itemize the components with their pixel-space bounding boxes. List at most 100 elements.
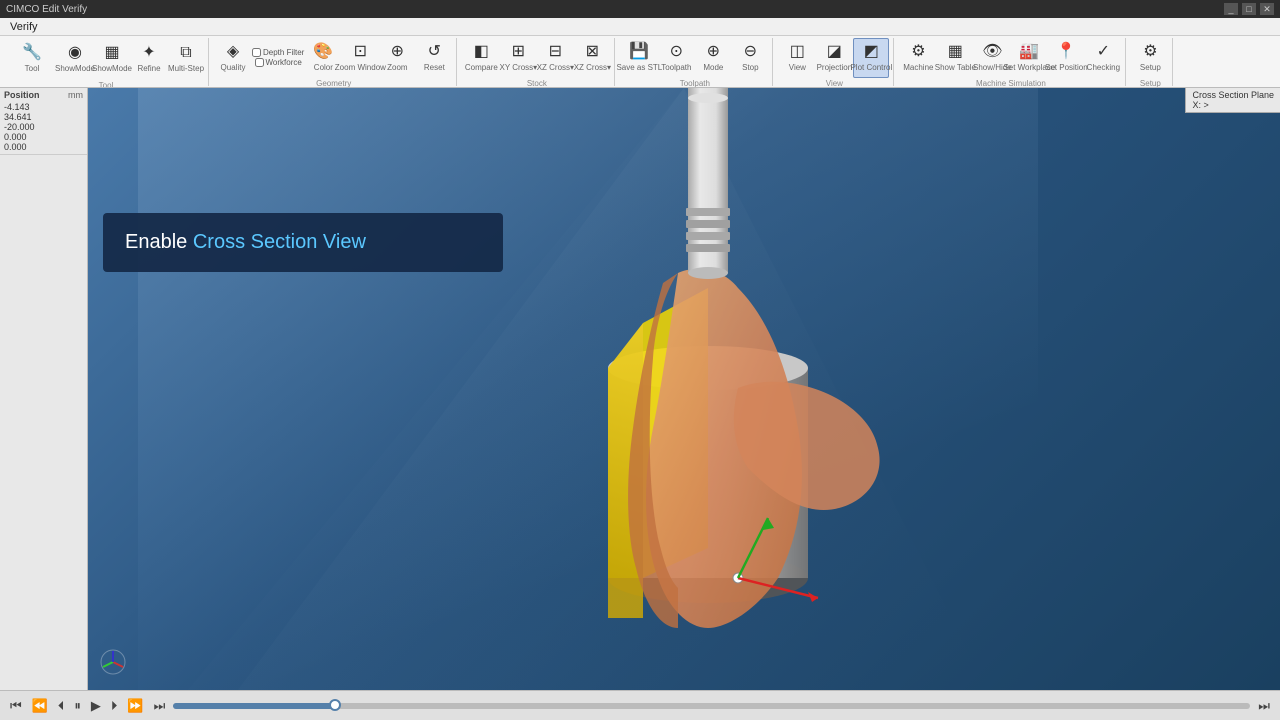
pause-button[interactable]: ⏸ [72,698,83,714]
maximize-button[interactable]: □ [1242,3,1256,15]
toolpath-button[interactable]: ⊙ Toolpath [658,38,694,78]
timeline-thumb [329,699,341,711]
showmode-icon: ◉ [68,45,82,61]
projection-button[interactable]: ◪ Projection [816,38,852,78]
saveasstl-button[interactable]: 💾 Save as STL [621,38,657,78]
zoom-button[interactable]: ⊕ Zoom [379,38,415,78]
refine-icon: ✦ [142,45,155,61]
xzcross-button[interactable]: ⊟ XZ Cross▾ [537,38,573,78]
multistep-button[interactable]: ⧉ Multi-Step [168,39,204,79]
titlebar-controls: _ □ ✕ [1224,3,1274,15]
tool-icon: 🔧 [22,45,42,61]
position-title: Position [4,90,40,100]
zoomwindow-button[interactable]: ⊡ Zoom Window [342,38,378,78]
reset-button[interactable]: ↺ Reset [416,38,452,78]
mode-icon: ⊕ [707,44,720,60]
setworkplace-button[interactable]: 🏭 Set Workplace [1011,38,1047,78]
position-row-2: 34.641 [4,112,83,122]
color-button[interactable]: 🎨 Color [305,38,341,78]
setup-group-inner: ⚙ Setup [1132,38,1168,78]
plotcontrol-button[interactable]: ◩ Plot Control [853,38,889,78]
position-row-3: -20.000 [4,122,83,132]
refine-button[interactable]: ✦ Refine [131,39,167,79]
mode-button[interactable]: ⊕ Mode [695,38,731,78]
checking-button[interactable]: ✓ Checking [1085,38,1121,78]
next-button[interactable]: ⏩ [125,698,145,714]
timeline-track[interactable] [173,703,1250,709]
cross-section-sub: X: > [1192,100,1274,110]
xzcross2-button[interactable]: ⊠ XZ Cross▾ [574,38,610,78]
minimize-button[interactable]: _ [1224,3,1238,15]
machine-button[interactable]: ⚙ Machine [900,38,936,78]
menu-verify[interactable]: Verify [6,21,42,33]
play-button[interactable]: ▶ [89,698,103,714]
showtable-button[interactable]: ▦ Show Table [937,38,973,78]
view-group-inner: ◫ View ◪ Projection ◩ Plot Control [779,38,889,78]
showhide-icon: 👁 [982,44,1002,60]
step-back-button[interactable]: ⏴ [56,698,67,714]
showmode2-icon: ▦ [104,45,119,61]
close-button[interactable]: ✕ [1260,3,1274,15]
tooltip-highlight: Cross Section View [193,231,366,253]
cross-section-label: Cross Section Plane [1192,90,1274,100]
setposition-button[interactable]: 📍 Set Position [1048,38,1084,78]
tool-button[interactable]: 🔧 Tool [8,38,56,80]
pos-val-1: -4.143 [4,102,30,112]
machine-group-label: Machine Simulation [900,79,1121,88]
compare-icon: ◧ [474,44,489,60]
cross-section-tooltip: Enable Cross Section View [103,213,503,272]
rewind-button[interactable]: ⏮ [8,698,24,714]
timeline-end-button[interactable]: ⏭ [1256,698,1272,714]
setup-button[interactable]: ⚙ Setup [1132,38,1168,78]
showhide-button[interactable]: 👁 Show/Hide [974,38,1010,78]
timeline: ⏮ ⏪ ⏴ ⏸ ▶ ⏵ ⏩ ⏭ ⏭ [0,690,1280,720]
toolpath-group-inner: 💾 Save as STL ⊙ Toolpath ⊕ Mode ⊖ Stop [621,38,768,78]
titlebar: CIMCO Edit Verify _ □ ✕ [0,0,1280,18]
showtable-icon: ▦ [948,44,963,60]
toolbar-group-tool: 🔧 Tool ◉ ShowMode ▦ ShowMode ✦ Refine ⧉ … [4,38,209,86]
xycross-button[interactable]: ⊞ XY Cross▾ [500,38,536,78]
geometry-group-inner: ◈ Quality Depth Filter Workforce 🎨 Color… [215,38,452,78]
depthfilter-checkbox[interactable] [252,48,261,57]
stock-group-label: Stock [463,79,610,88]
quality-button[interactable]: ◈ Quality [215,38,251,78]
cross-section-panel: Cross Section Plane X: > [1185,88,1280,113]
position-section: Position mm -4.143 34.641 -20.000 0.000 … [0,88,87,155]
pos-val-4: 0.000 [4,132,27,142]
view-button[interactable]: ◫ View [779,38,815,78]
toolbar-group-geometry: ◈ Quality Depth Filter Workforce 🎨 Color… [211,38,457,86]
prev-button[interactable]: ⏪ [30,698,50,714]
showmode2-button[interactable]: ▦ ShowMode [94,39,130,79]
xzcross-icon: ⊟ [549,44,562,60]
geometry-group-label: Geometry [215,79,452,88]
showmode-button[interactable]: ◉ ShowMode [57,39,93,79]
step-fwd-button[interactable]: ⏵ [109,698,120,714]
main-content: Position mm -4.143 34.641 -20.000 0.000 … [0,88,1280,690]
saveasstl-icon: 💾 [629,44,649,60]
reset-icon: ↺ [428,44,441,60]
toolbar-group-view: ◫ View ◪ Projection ◩ Plot Control View [775,38,894,86]
pos-val-2: 34.641 [4,112,32,122]
setposition-icon: 📍 [1056,44,1076,60]
toolbar-group-toolpath: 💾 Save as STL ⊙ Toolpath ⊕ Mode ⊖ Stop T… [617,38,773,86]
toolbar-group-machine: ⚙ Machine ▦ Show Table 👁 Show/Hide 🏭 Set… [896,38,1126,86]
toolbar-group-stock: ◧ Compare ⊞ XY Cross▾ ⊟ XZ Cross▾ ⊠ XZ C… [459,38,615,86]
stop-button[interactable]: ⊖ Stop [732,38,768,78]
position-row-4: 0.000 [4,132,83,142]
end-button[interactable]: ⏭ [152,698,168,714]
workforce-checkbox[interactable] [255,58,264,67]
tooltip-prefix: Enable [125,231,193,253]
pos-val-5: 0.000 [4,142,27,152]
tool-group-inner: 🔧 Tool ◉ ShowMode ▦ ShowMode ✦ Refine ⧉ … [8,38,204,80]
toolbar: 🔧 Tool ◉ ShowMode ▦ ShowMode ✦ Refine ⧉ … [0,36,1280,88]
plotcontrol-icon: ◩ [864,44,879,60]
3d-viewport[interactable]: Enable Cross Section View Cross Section … [88,88,1280,690]
compare-button[interactable]: ◧ Compare [463,38,499,78]
position-unit: mm [68,90,83,102]
xzcross2-icon: ⊠ [586,44,599,60]
toolpath-group-label: Toolpath [621,79,768,88]
app-title: CIMCO Edit Verify [6,4,87,15]
machine-group-inner: ⚙ Machine ▦ Show Table 👁 Show/Hide 🏭 Set… [900,38,1121,78]
position-row-1: -4.143 [4,102,83,112]
setup-group-label: Setup [1132,79,1168,88]
